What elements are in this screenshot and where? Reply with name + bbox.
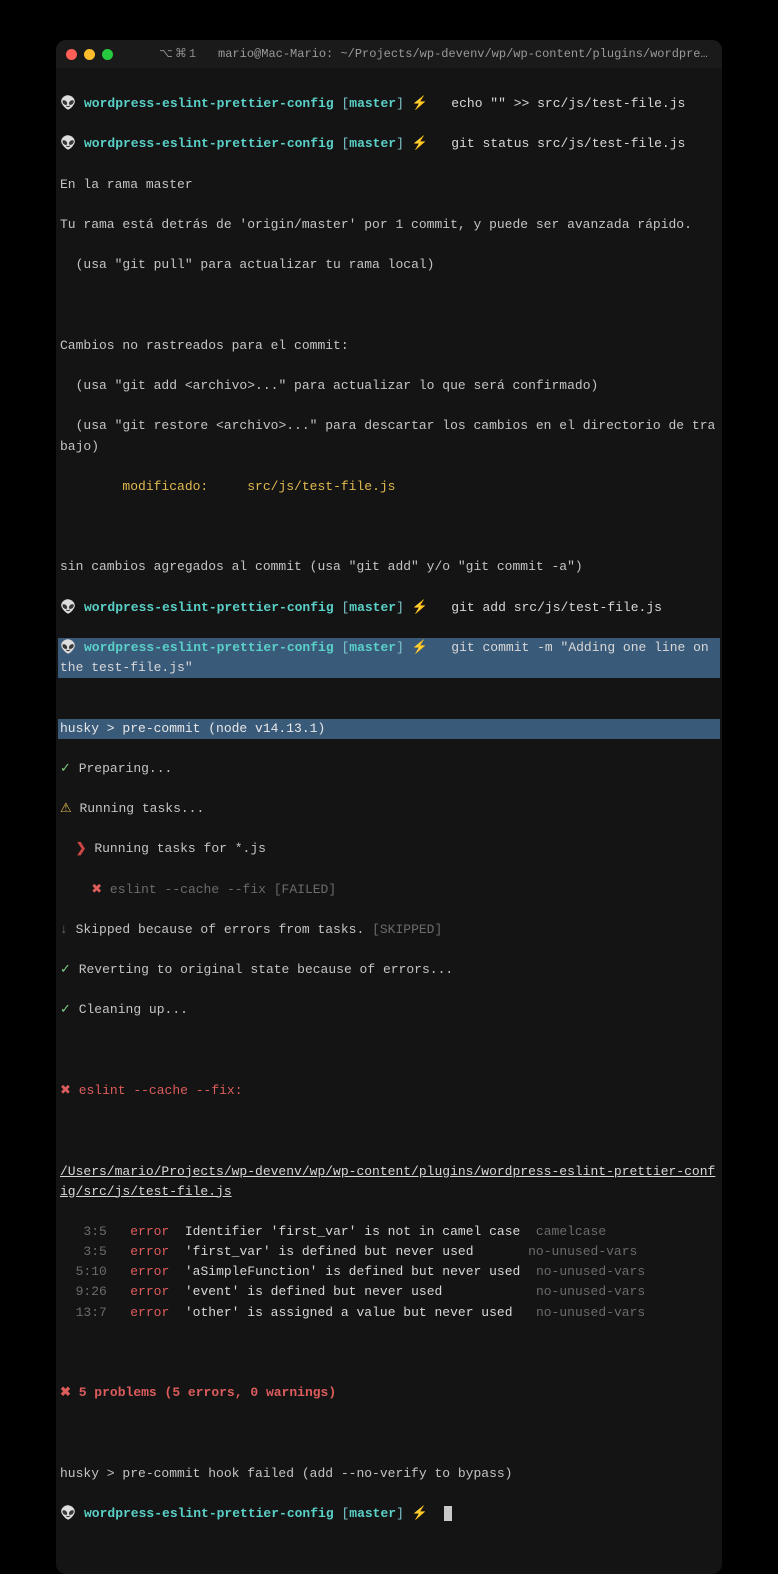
error-row: 3:5 error 'first_var' is defined but nev… [58, 1242, 720, 1262]
lightning-icon: ⚡ [412, 600, 428, 615]
husky-fail: husky > pre-commit hook failed (add --no… [58, 1464, 720, 1484]
task-text: Skipped because of errors from tasks. [68, 922, 364, 937]
task-line: ⚠ Running tasks... [58, 799, 720, 819]
alien-icon: 👽 [60, 1506, 76, 1521]
modified-label: modificado: [60, 479, 247, 494]
modified-filename: src/js/test-file.js [247, 479, 395, 494]
summary-line: ✖ 5 problems (5 errors, 0 warnings) [58, 1383, 720, 1403]
prompt-line: 👽 wordpress-eslint-prettier-config [mast… [58, 94, 720, 114]
output-text: Cambios no rastreados para el commit: [58, 336, 720, 356]
task-line: ✓ Preparing... [58, 759, 720, 779]
output-blank [58, 1041, 720, 1061]
branch-open: [ [341, 1506, 349, 1521]
task-text: Cleaning up... [71, 1002, 188, 1017]
prompt-line: 👽 wordpress-eslint-prettier-config [mast… [58, 1504, 720, 1524]
task-line: ✖ eslint --cache --fix [FAILED] [58, 880, 720, 900]
lightning-icon: ⚡ [412, 1506, 428, 1521]
prompt-line: 👽 wordpress-eslint-prettier-config [mast… [58, 598, 720, 618]
error-row: 3:5 error Identifier 'first_var' is not … [58, 1222, 720, 1242]
prompt-line: 👽 wordpress-eslint-prettier-config [mast… [58, 638, 720, 678]
lightning-icon: ⚡ [412, 640, 428, 655]
branch-close: ] [396, 136, 404, 151]
output-blank [58, 1121, 720, 1141]
prompt-dir: wordpress-eslint-prettier-config [84, 600, 334, 615]
arrow-icon: ❯ [76, 841, 87, 856]
alien-icon: 👽 [60, 136, 76, 151]
command-text: git add src/js/test-file.js [451, 600, 662, 615]
task-text: Preparing... [71, 761, 172, 776]
prompt-dir: wordpress-eslint-prettier-config [84, 96, 334, 111]
output-text: sin cambios agregados al commit (usa "gi… [58, 557, 720, 577]
task-text: Running tasks for *.js [87, 841, 266, 856]
output-text: Tu rama está detrás de 'origin/master' p… [58, 215, 720, 235]
task-line: ✓ Reverting to original state because of… [58, 960, 720, 980]
maximize-icon[interactable] [102, 49, 113, 60]
errors-list: 3:5 error Identifier 'first_var' is not … [58, 1222, 720, 1323]
branch-name: master [349, 96, 396, 111]
branch-name: master [349, 136, 396, 151]
output-blank [58, 1343, 720, 1363]
warn-icon: ⚠ [60, 801, 72, 816]
branch-name: master [349, 1506, 396, 1521]
cross-icon: ✖ [60, 1385, 71, 1400]
minimize-icon[interactable] [84, 49, 95, 60]
prompt-dir: wordpress-eslint-prettier-config [84, 136, 334, 151]
branch-close: ] [396, 96, 404, 111]
modified-file: modificado: src/js/test-file.js [58, 477, 720, 497]
task-text: Running tasks... [72, 801, 205, 816]
branch-close: ] [396, 1506, 404, 1521]
branch-close: ] [396, 640, 404, 655]
output-text: (usa "git pull" para actualizar tu rama … [58, 255, 720, 275]
command-text: echo "" >> src/js/test-file.js [451, 96, 685, 111]
alien-icon: 👽 [60, 640, 76, 655]
terminal-window: ⌥⌘1 mario@Mac-Mario: ~/Projects/wp-deven… [56, 40, 722, 1574]
failed-label: [FAILED] [266, 882, 336, 897]
check-icon: ✓ [60, 962, 71, 977]
alien-icon: 👽 [60, 96, 76, 111]
output-blank [58, 296, 720, 316]
terminal-content[interactable]: 👽 wordpress-eslint-prettier-config [mast… [56, 68, 722, 1574]
eslint-header: ✖ eslint --cache --fix: [58, 1081, 720, 1101]
prompt-dir: wordpress-eslint-prettier-config [84, 1506, 334, 1521]
branch-name: master [349, 640, 396, 655]
task-line: ❯ Running tasks for *.js [58, 839, 720, 859]
output-blank [58, 517, 720, 537]
task-line: ↓ Skipped because of errors from tasks. … [58, 920, 720, 940]
cross-icon: ✖ [91, 882, 102, 897]
cursor [444, 1506, 452, 1521]
titlebar: ⌥⌘1 mario@Mac-Mario: ~/Projects/wp-deven… [56, 40, 722, 68]
eslint-header-text: eslint --cache --fix: [71, 1083, 243, 1098]
error-row: 5:10 error 'aSimpleFunction' is defined … [58, 1262, 720, 1282]
output-text: (usa "git add <archivo>..." para actuali… [58, 376, 720, 396]
check-icon: ✓ [60, 761, 71, 776]
down-icon: ↓ [60, 922, 68, 937]
error-row: 13:7 error 'other' is assigned a value b… [58, 1303, 720, 1323]
skipped-label: [SKIPPED] [364, 922, 442, 937]
task-line: ✓ Cleaning up... [58, 1000, 720, 1020]
branch-close: ] [396, 600, 404, 615]
shortcut-label: ⌥⌘1 [159, 45, 198, 64]
branch-name: master [349, 600, 396, 615]
summary-text: 5 problems (5 errors, 0 warnings) [71, 1385, 336, 1400]
eslint-cmd: eslint --cache --fix [102, 882, 266, 897]
error-row: 9:26 error 'event' is defined but never … [58, 1282, 720, 1302]
close-icon[interactable] [66, 49, 77, 60]
alien-icon: 👽 [60, 600, 76, 615]
prompt-dir: wordpress-eslint-prettier-config [84, 640, 334, 655]
prompt-line: 👽 wordpress-eslint-prettier-config [mast… [58, 134, 720, 154]
window-title: mario@Mac-Mario: ~/Projects/wp-devenv/wp… [218, 45, 712, 64]
output-text: (usa "git restore <archivo>..." para des… [58, 416, 720, 456]
output-text: En la rama master [58, 175, 720, 195]
cross-icon: ✖ [60, 1083, 71, 1098]
lightning-icon: ⚡ [412, 136, 428, 151]
check-icon: ✓ [60, 1002, 71, 1017]
command-text: git status src/js/test-file.js [451, 136, 685, 151]
lightning-icon: ⚡ [412, 96, 428, 111]
window-controls [66, 49, 113, 60]
task-text: Reverting to original state because of e… [71, 962, 453, 977]
output-blank [58, 1423, 720, 1443]
husky-line: husky > pre-commit (node v14.13.1) [58, 719, 720, 739]
file-path: /Users/mario/Projects/wp-devenv/wp/wp-co… [58, 1162, 720, 1202]
